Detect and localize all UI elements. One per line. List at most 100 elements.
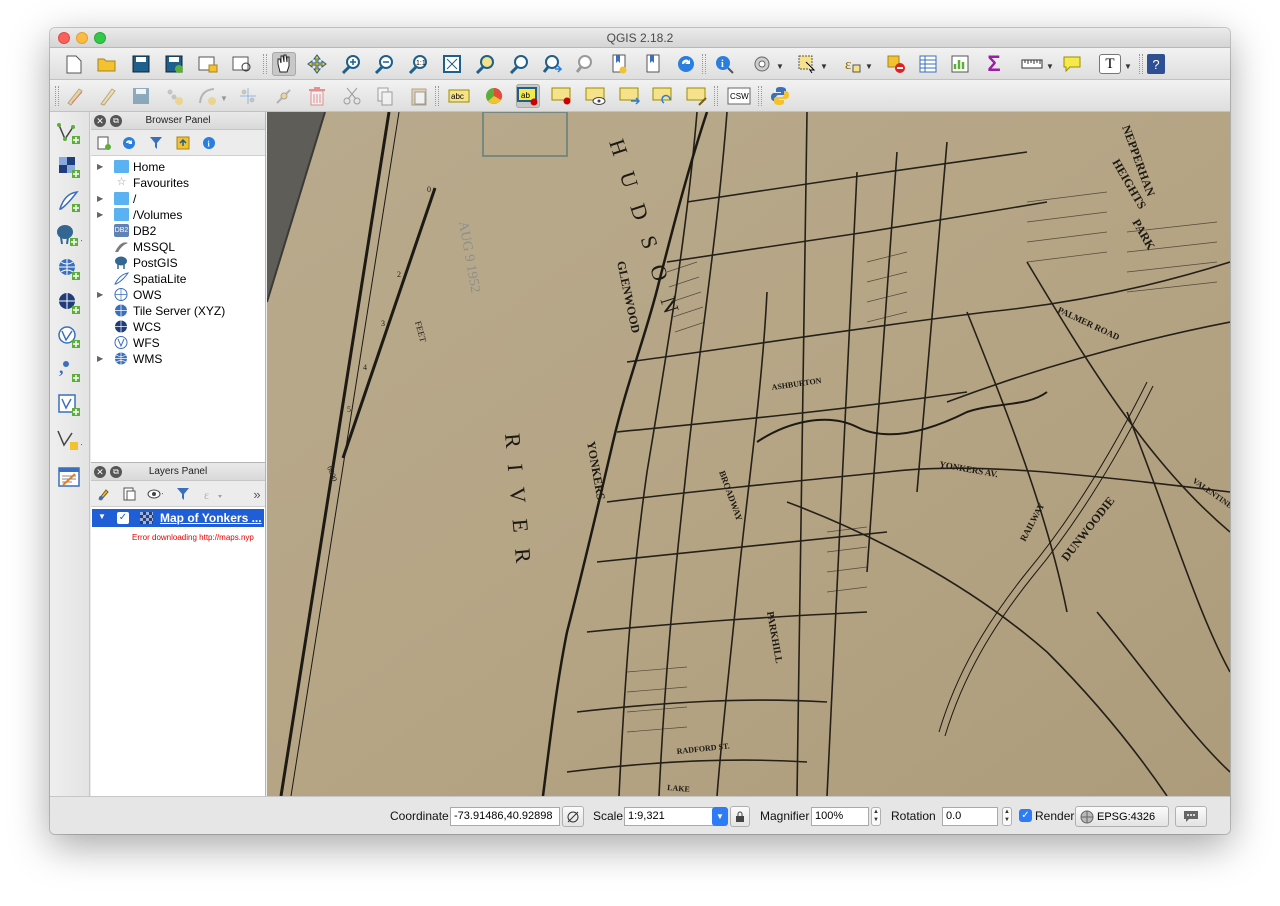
change-label-icon[interactable] xyxy=(685,84,709,108)
add-wcs-layer-icon[interactable] xyxy=(56,290,82,316)
current-edits-icon[interactable] xyxy=(63,84,87,108)
browser-item-wcs[interactable]: WCS xyxy=(91,319,265,335)
new-bookmark-icon[interactable] xyxy=(607,52,631,76)
add-delimited-text-layer-icon[interactable]: , xyxy=(56,358,82,384)
pan-to-selection-icon[interactable] xyxy=(305,52,329,76)
browser-item-favourites[interactable]: ☆ Favourites xyxy=(91,175,265,191)
measure-icon[interactable] xyxy=(1020,52,1044,76)
layer-labeling-icon[interactable]: abc xyxy=(447,84,471,108)
collapse-arrow-icon[interactable]: ▼ xyxy=(98,512,106,521)
more-tools-icon[interactable]: » xyxy=(249,486,265,502)
filter-browser-icon[interactable] xyxy=(148,135,164,151)
new-project-icon[interactable] xyxy=(62,52,86,76)
magnifier-field[interactable]: 100% xyxy=(811,807,869,826)
filter-legend-by-expression-icon[interactable]: ε xyxy=(201,486,227,502)
expand-arrow-icon[interactable]: ▶ xyxy=(97,287,103,303)
layer-diagram-icon[interactable] xyxy=(482,84,506,108)
layer-item-map-of-yonkers[interactable]: ▼ ✓ Map of Yonkers ... xyxy=(92,509,264,527)
move-feature-icon[interactable] xyxy=(236,84,260,108)
add-virtual-layer-icon[interactable] xyxy=(56,392,82,418)
browser-item-root[interactable]: ▶ / xyxy=(91,191,265,207)
python-console-icon[interactable] xyxy=(768,84,792,108)
delete-selected-icon[interactable] xyxy=(305,84,329,108)
paste-features-icon[interactable] xyxy=(407,84,431,108)
add-group-icon[interactable] xyxy=(121,486,137,502)
float-panel-icon[interactable]: ⧉ xyxy=(110,115,122,127)
browser-item-tile-server[interactable]: Tile Server (XYZ) xyxy=(91,303,265,319)
select-dropdown-icon[interactable]: ▼ xyxy=(820,62,828,71)
add-wms-layer-icon[interactable] xyxy=(56,256,82,282)
browser-item-postgis[interactable]: PostGIS xyxy=(91,255,265,271)
layer-visibility-checkbox[interactable]: ✓ xyxy=(117,512,129,524)
sum-icon[interactable]: Σ xyxy=(982,51,1006,76)
toggle-extents-icon[interactable] xyxy=(562,806,584,827)
expand-arrow-icon[interactable]: ▶ xyxy=(97,191,103,207)
add-selected-layers-icon[interactable] xyxy=(96,135,112,151)
zoom-out-icon[interactable] xyxy=(372,52,396,76)
browser-item-db2[interactable]: DB2 DB2 xyxy=(91,223,265,239)
add-wfs-layer-icon[interactable] xyxy=(56,324,82,350)
info-icon[interactable]: i xyxy=(201,135,217,151)
select-features-icon[interactable] xyxy=(795,52,819,76)
show-hide-labels-icon[interactable] xyxy=(584,84,608,108)
zoom-full-icon[interactable] xyxy=(440,52,464,76)
toggle-editing-icon[interactable] xyxy=(95,84,119,108)
add-raster-layer-icon[interactable] xyxy=(56,154,82,180)
manage-map-themes-icon[interactable] xyxy=(147,486,163,502)
run-action-icon[interactable] xyxy=(750,52,774,76)
close-panel-icon[interactable]: ✕ xyxy=(94,115,106,127)
help-icon[interactable]: ? xyxy=(1147,54,1165,74)
browser-item-wms[interactable]: ▶ WMS xyxy=(91,351,265,367)
deselect-icon[interactable] xyxy=(884,52,908,76)
map-canvas[interactable]: 0 2 3 4 5 6000 FEET AUG 9 1952 HUDSON RI… xyxy=(267,112,1230,796)
zoom-next-icon[interactable] xyxy=(573,52,597,76)
browser-item-ows[interactable]: ▶ OWS xyxy=(91,287,265,303)
add-vector-layer-icon[interactable] xyxy=(56,120,82,146)
measure-dropdown-icon[interactable]: ▼ xyxy=(1046,62,1054,71)
messages-icon[interactable] xyxy=(1175,806,1207,827)
scale-dropdown-icon[interactable]: ▼ xyxy=(712,807,728,826)
attribute-table-icon[interactable] xyxy=(916,52,940,76)
browser-item-spatialite[interactable]: SpatiaLite xyxy=(91,271,265,287)
new-print-composer-icon[interactable] xyxy=(196,52,220,76)
pin-labels-icon[interactable] xyxy=(550,84,574,108)
highlight-pinned-labels-icon[interactable]: ab xyxy=(516,84,540,108)
rotation-spinner-icon[interactable]: ▲ ▼ xyxy=(1002,807,1012,826)
new-shapefile-layer-icon[interactable] xyxy=(56,426,82,452)
statistics-icon[interactable] xyxy=(948,52,972,76)
browser-item-wfs[interactable]: WFS xyxy=(91,335,265,351)
copy-features-icon[interactable] xyxy=(373,84,397,108)
create-layer-from-text-icon[interactable] xyxy=(56,464,82,490)
map-tips-icon[interactable] xyxy=(1060,52,1084,76)
zoom-in-icon[interactable] xyxy=(339,52,363,76)
rotate-label-icon[interactable] xyxy=(651,84,675,108)
annotation-dropdown-icon[interactable]: ▼ xyxy=(1124,62,1132,71)
collapse-all-icon[interactable] xyxy=(175,135,191,151)
lock-scale-icon[interactable] xyxy=(730,806,750,827)
add-feature-icon[interactable] xyxy=(162,84,186,108)
browser-item-volumes[interactable]: ▶ /Volumes xyxy=(91,207,265,223)
node-tool-icon[interactable] xyxy=(272,84,296,108)
expression-dropdown-icon[interactable]: ▼ xyxy=(865,62,873,71)
expand-arrow-icon[interactable]: ▶ xyxy=(97,159,103,175)
open-layer-styling-icon[interactable] xyxy=(96,486,112,502)
browser-item-mssql[interactable]: MSSQL xyxy=(91,239,265,255)
run-action-dropdown-icon[interactable]: ▼ xyxy=(776,62,784,71)
browser-item-home[interactable]: ▶ Home xyxy=(91,159,265,175)
zoom-last-icon[interactable] xyxy=(540,52,564,76)
save-as-icon[interactable] xyxy=(162,52,186,76)
filter-legend-icon[interactable] xyxy=(175,486,191,502)
csw-icon[interactable]: CSW xyxy=(726,84,752,108)
move-label-icon[interactable] xyxy=(618,84,642,108)
add-spatialite-layer-icon[interactable] xyxy=(56,188,82,214)
text-annotation-icon[interactable]: T xyxy=(1099,54,1121,74)
refresh-browser-icon[interactable] xyxy=(121,135,137,151)
zoom-to-layer-icon[interactable] xyxy=(507,52,531,76)
select-by-expression-icon[interactable]: ε xyxy=(840,52,864,76)
identify-icon[interactable]: i xyxy=(712,52,736,76)
crs-button[interactable]: EPSG:4326 xyxy=(1075,806,1169,827)
expand-arrow-icon[interactable]: ▶ xyxy=(97,207,103,223)
refresh-icon[interactable] xyxy=(674,52,698,76)
add-postgis-layer-icon[interactable] xyxy=(56,222,82,248)
add-circular-string-icon[interactable] xyxy=(195,84,219,108)
